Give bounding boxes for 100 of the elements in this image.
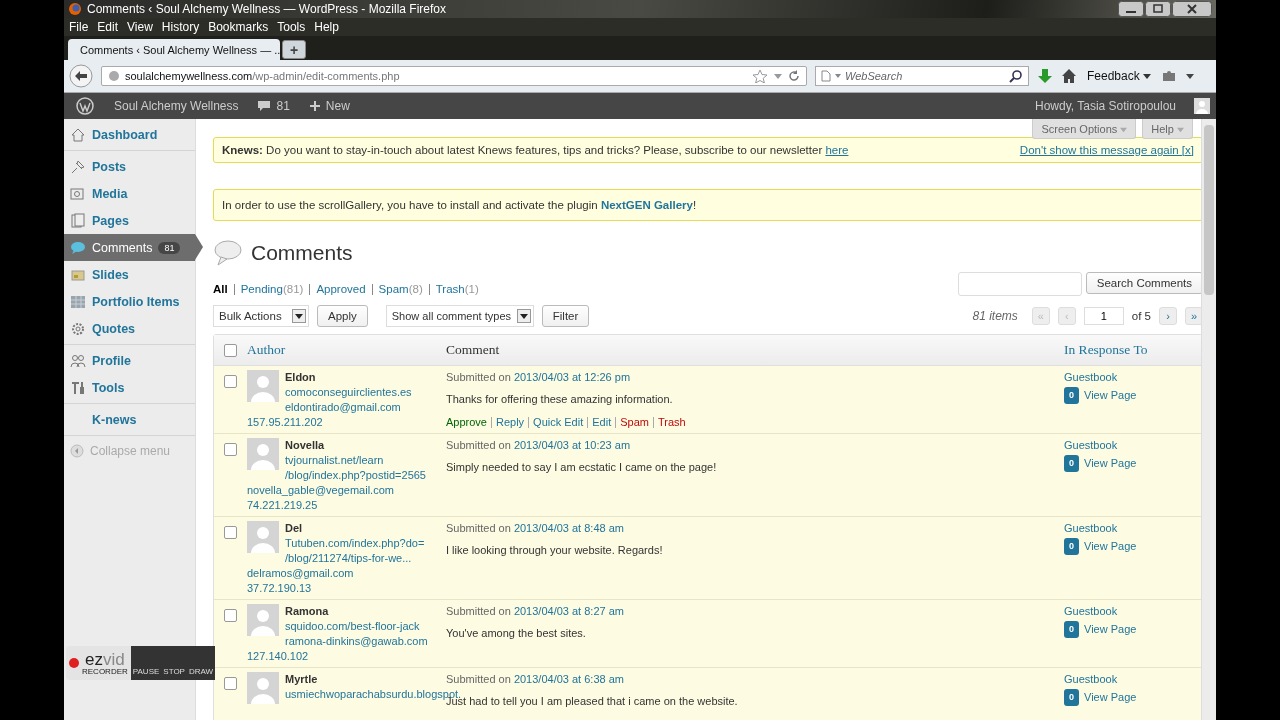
sidebar-item[interactable]: Profile xyxy=(64,347,195,374)
plus-icon[interactable] xyxy=(309,101,320,111)
star-icon[interactable] xyxy=(752,69,768,83)
comment-count-bubble[interactable]: 0 xyxy=(1064,621,1079,638)
row-action-link[interactable]: Approve xyxy=(446,415,487,430)
download-arrow-icon[interactable] xyxy=(1037,68,1053,84)
author-link[interactable]: eldontirado@gmail.com xyxy=(285,401,401,413)
browser-tab[interactable]: Comments ‹ Soul Alchemy Wellness — ... xyxy=(68,39,280,60)
row-checkbox[interactable] xyxy=(224,526,237,539)
dismiss-link[interactable]: Don't show this message again [x] xyxy=(1019,144,1194,156)
next-page-button[interactable]: › xyxy=(1159,307,1177,325)
menu-item[interactable]: Tools xyxy=(277,20,306,34)
minimize-icon[interactable] xyxy=(1118,1,1144,17)
back-icon[interactable] xyxy=(69,64,93,88)
menu-item[interactable]: File xyxy=(69,20,89,34)
filter-link[interactable]: Trash(1) xyxy=(435,283,479,295)
speech-bubble-icon[interactable] xyxy=(256,100,271,112)
column-header[interactable]: In Response To xyxy=(1064,342,1148,357)
response-link[interactable]: Guestbook xyxy=(1064,439,1118,451)
date-link[interactable]: 2013/04/03 at 6:38 am xyxy=(513,673,624,685)
view-page-link[interactable]: View Page xyxy=(1084,690,1137,705)
author-link[interactable]: /blog/index.php?postid=2565 xyxy=(285,469,426,481)
new-link[interactable]: New xyxy=(325,99,350,113)
caret-icon[interactable] xyxy=(1185,71,1196,81)
response-link[interactable]: Guestbook xyxy=(1064,605,1118,617)
home-icon[interactable] xyxy=(1061,68,1077,84)
view-page-link[interactable]: View Page xyxy=(1084,622,1137,637)
view-page-link[interactable]: View Page xyxy=(1084,388,1137,403)
view-page-link[interactable]: View Page xyxy=(1084,539,1137,554)
help-tab-button[interactable]: Help xyxy=(1142,119,1193,139)
search-input[interactable]: WebSearch xyxy=(845,70,1006,82)
row-action-link[interactable]: Reply xyxy=(496,415,525,430)
site-name-link[interactable]: Soul Alchemy Wellness xyxy=(114,99,239,113)
filter-link[interactable]: Pending(81) xyxy=(240,283,304,295)
search-icon[interactable] xyxy=(1009,69,1023,83)
comment-count-bubble[interactable]: 0 xyxy=(1064,538,1079,555)
author-link[interactable]: 157.95.211.202 xyxy=(247,416,323,428)
sidebar-item[interactable]: Slides xyxy=(64,261,195,288)
maximize-icon[interactable] xyxy=(1145,1,1171,17)
greeting-link[interactable]: Howdy, Tasia Sotiropoulou xyxy=(1035,99,1176,113)
row-checkbox[interactable] xyxy=(224,677,237,690)
address-field[interactable]: soulalchemywellness.com/wp-admin/edit-comments.php xyxy=(101,66,807,86)
author-link[interactable]: comoconseguirclientes.es xyxy=(285,386,412,398)
author-link[interactable]: Tutuben.com/index.php?do= xyxy=(285,537,425,549)
row-checkbox[interactable] xyxy=(224,443,237,456)
menu-item[interactable]: History xyxy=(161,20,200,34)
select-all-checkbox[interactable] xyxy=(224,343,237,357)
plugin-link[interactable]: NextGEN Gallery xyxy=(600,199,693,211)
sidebar-item[interactable]: Media xyxy=(64,180,195,207)
menu-item[interactable]: Edit xyxy=(97,20,119,34)
wordpress-logo-icon[interactable] xyxy=(76,97,94,115)
row-action-link[interactable]: Edit xyxy=(592,415,612,430)
row-action-link[interactable]: Spam xyxy=(620,415,649,430)
comment-type-dropdown[interactable]: Show all comment types xyxy=(385,305,534,327)
sidebar-item[interactable]: Quotes xyxy=(64,315,195,342)
help-tab-button[interactable]: Screen Options xyxy=(1032,119,1137,139)
date-link[interactable]: 2013/04/03 at 8:48 am xyxy=(513,522,624,534)
apply-button[interactable]: Apply xyxy=(317,305,368,327)
sidebar-item[interactable]: Dashboard xyxy=(64,121,195,148)
sidebar-item[interactable]: Tools xyxy=(64,374,195,401)
author-link[interactable]: 127.140.102 xyxy=(247,650,309,662)
feedback-button[interactable]: Feedback xyxy=(1085,69,1154,83)
new-tab-button[interactable]: + xyxy=(282,40,306,59)
author-link[interactable]: novella_gable@vegemail.com xyxy=(247,484,394,496)
date-link[interactable]: 2013/04/03 at 10:23 am xyxy=(513,439,631,451)
date-link[interactable]: 2013/04/03 at 12:26 pm xyxy=(513,371,631,383)
response-link[interactable]: Guestbook xyxy=(1064,371,1118,383)
row-checkbox[interactable] xyxy=(224,609,237,622)
view-page-link[interactable]: View Page xyxy=(1084,456,1137,471)
menu-item[interactable]: Help xyxy=(314,20,339,34)
author-link[interactable]: 74.221.219.25 xyxy=(247,499,318,511)
menu-item[interactable]: Bookmarks xyxy=(208,20,269,34)
close-icon[interactable] xyxy=(1172,1,1212,17)
scrollbar[interactable] xyxy=(1201,119,1216,720)
comment-count[interactable]: 81 xyxy=(276,99,290,113)
row-action-link[interactable]: Quick Edit xyxy=(533,415,584,430)
filter-button[interactable]: Filter xyxy=(541,305,590,327)
author-link[interactable]: delramos@gmail.com xyxy=(247,567,354,579)
column-header[interactable]: Author xyxy=(247,342,286,357)
page-number-field[interactable]: 1 xyxy=(1083,307,1124,325)
author-link[interactable]: 37.72.190.13 xyxy=(247,582,312,594)
filter-link[interactable]: All xyxy=(213,283,228,295)
author-link[interactable]: squidoo.com/best-floor-jack xyxy=(285,620,420,632)
search-comments-button[interactable]: Search Comments xyxy=(1085,272,1203,294)
bulk-actions-dropdown[interactable]: Bulk Actions xyxy=(213,305,309,327)
author-link[interactable]: tvjournalist.net/learn xyxy=(285,454,384,466)
date-link[interactable]: 2013/04/03 at 8:27 am xyxy=(513,605,624,617)
response-link[interactable]: Guestbook xyxy=(1064,673,1118,685)
author-link[interactable]: /blog/211274/tips-for-we... xyxy=(285,552,412,564)
sidebar-item[interactable]: Posts xyxy=(64,153,195,180)
sidebar-item[interactable]: K-news xyxy=(64,406,195,433)
recorder-button[interactable]: DRAW xyxy=(186,646,216,680)
comment-count-bubble[interactable]: 0 xyxy=(1064,455,1079,472)
row-checkbox[interactable] xyxy=(224,375,237,388)
sidebar-item[interactable]: Pages xyxy=(64,207,195,234)
row-action-link[interactable]: Trash xyxy=(657,415,686,430)
search-field[interactable]: WebSearch xyxy=(815,66,1029,86)
filter-link[interactable]: Spam(8) xyxy=(378,283,423,295)
response-link[interactable]: Guestbook xyxy=(1064,522,1118,534)
comment-count-bubble[interactable]: 0 xyxy=(1064,689,1079,706)
